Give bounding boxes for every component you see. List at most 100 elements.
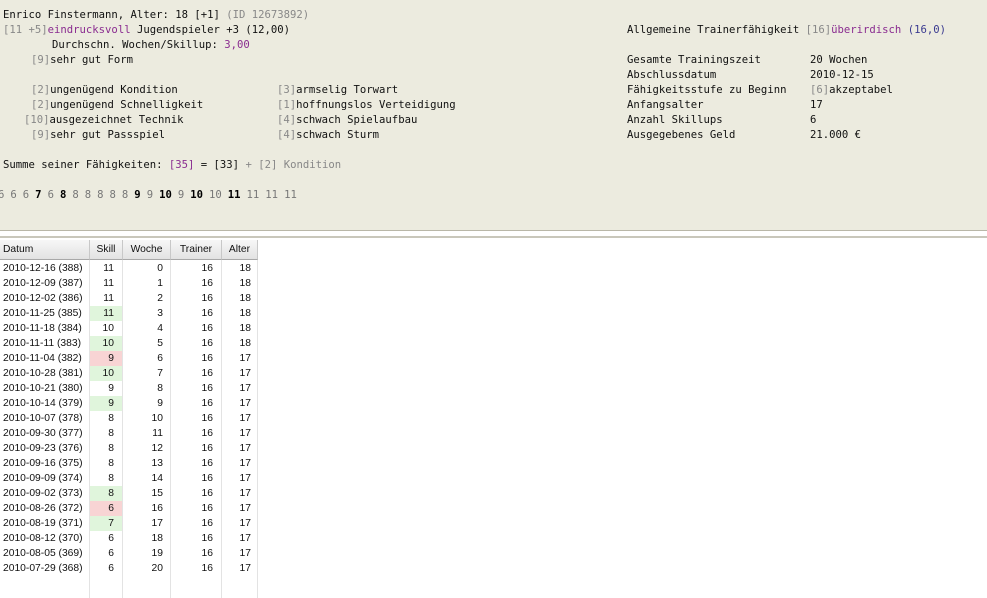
cell-week: 18 — [123, 531, 171, 546]
cell-trainer: 16 — [171, 291, 222, 306]
cell-week: 16 — [123, 501, 171, 516]
cell-date: 2010-12-02 (386) — [0, 291, 90, 306]
skill-bracket: [2] — [31, 99, 51, 111]
cell-skill: 8 — [90, 411, 123, 426]
cell-skill: 9 — [90, 396, 123, 411]
table-row[interactable]: 2010-12-02 (386) 11 2 16 18 — [0, 291, 258, 306]
sequence-value: 9 — [177, 189, 185, 201]
table-row[interactable]: 2010-08-05 (369) 6 19 16 17 — [0, 546, 258, 561]
table-row[interactable]: 2010-08-12 (370) 6 18 16 17 — [0, 531, 258, 546]
cell-trainer: 16 — [171, 306, 222, 321]
skill-bracket: [3] — [277, 84, 297, 96]
sequence-value: 8 — [121, 189, 129, 201]
skill-bracket: [4] — [277, 129, 297, 141]
player-info-panel: Enrico Finstermann, Alter: 18 [+1] (ID 1… — [0, 0, 987, 231]
stat-label: Fähigkeitsstufe zu Beginn — [627, 84, 787, 96]
skill-bracket: [4] — [277, 114, 297, 126]
col-header-datum[interactable]: Datum — [0, 240, 90, 260]
player-header: Enrico Finstermann, Alter: 18 [+1] (ID 1… — [3, 9, 309, 22]
cell-week: 17 — [123, 516, 171, 531]
table-row[interactable]: 2010-11-04 (382) 9 6 16 17 — [0, 351, 258, 366]
cell-date: 2010-08-05 (369) — [0, 546, 90, 561]
cell-age: 18 — [222, 291, 258, 306]
cell-week: 19 — [123, 546, 171, 561]
col-header-woche[interactable]: Woche — [123, 240, 171, 260]
cell-age: 18 — [222, 261, 258, 276]
weeks-per-skillup-label: Durchschn. Wochen/Skillup: — [52, 39, 218, 51]
cell-trainer: 16 — [171, 501, 222, 516]
potential-bracket: [11 +5] — [3, 24, 48, 36]
table-row[interactable]: 2010-08-19 (371) 7 17 16 17 — [0, 516, 258, 531]
table-row[interactable]: 2010-10-21 (380) 9 8 16 17 — [0, 381, 258, 396]
table-row[interactable]: 2010-10-07 (378) 8 10 16 17 — [0, 411, 258, 426]
cell-trainer: 16 — [171, 276, 222, 291]
cell-week: 12 — [123, 441, 171, 456]
cell-trainer: 16 — [171, 456, 222, 471]
cell-week: 8 — [123, 381, 171, 396]
cell-date: 2010-09-02 (373) — [0, 486, 90, 501]
table-row[interactable]: 2010-08-26 (372) 6 16 16 17 — [0, 501, 258, 516]
cell-age: 17 — [222, 501, 258, 516]
skill-bracket: [2] — [31, 84, 51, 96]
cell-age: 17 — [222, 411, 258, 426]
col-header-trainer[interactable]: Trainer — [171, 240, 222, 260]
table-row[interactable]: 2010-11-18 (384) 10 4 16 18 — [0, 321, 258, 336]
cell-age: 17 — [222, 561, 258, 576]
table-row[interactable]: 2010-09-23 (376) 8 12 16 17 — [0, 441, 258, 456]
col-header-skill[interactable]: Skill — [90, 240, 123, 260]
stat-label: Anzahl Skillups — [627, 114, 723, 126]
form-line: [9]sehr gut Form — [31, 54, 133, 67]
cell-week: 1 — [123, 276, 171, 291]
table-row[interactable]: 2010-12-16 (388) 11 0 16 18 — [0, 261, 258, 276]
cell-week: 7 — [123, 366, 171, 381]
cell-trainer: 16 — [171, 441, 222, 456]
sequence-value: 11 — [284, 189, 297, 201]
cell-skill: 6 — [90, 561, 123, 576]
stat-label: Ausgegebenes Geld — [627, 129, 736, 141]
skill-text: schwach Spielaufbau — [296, 114, 418, 126]
table-row[interactable]: 2010-09-30 (377) 8 11 16 17 — [0, 426, 258, 441]
sequence-value: 8 — [59, 189, 67, 201]
table-row[interactable]: 2010-09-16 (375) 8 13 16 17 — [0, 456, 258, 471]
table-row[interactable]: 2010-10-28 (381) 10 7 16 17 — [0, 366, 258, 381]
stat-label: Anfangsalter — [627, 99, 704, 111]
cell-trainer: 16 — [171, 366, 222, 381]
cell-trainer: 16 — [171, 351, 222, 366]
cell-week: 2 — [123, 291, 171, 306]
cell-trainer: 16 — [171, 411, 222, 426]
cell-skill: 8 — [90, 441, 123, 456]
cell-age: 17 — [222, 471, 258, 486]
cell-trainer: 16 — [171, 321, 222, 336]
cell-skill: 6 — [90, 531, 123, 546]
sequence-value: 6 — [47, 189, 54, 201]
skill-spielaufbau: [4]schwach Spielaufbau — [277, 114, 417, 127]
splitter[interactable] — [0, 236, 987, 238]
table-row[interactable]: 2010-07-29 (368) 6 20 16 17 — [0, 561, 258, 576]
sequence-value: 8 — [97, 189, 104, 201]
stat-value: 17 — [810, 99, 823, 111]
skill-text: hoffnungslos Verteidigung — [296, 99, 456, 111]
table-row[interactable]: 2010-09-02 (373) 8 15 16 17 — [0, 486, 258, 501]
stat-value: 20 Wochen — [810, 54, 868, 66]
skill-text: armselig Torwart — [296, 84, 399, 96]
form-text: sehr gut Form — [50, 54, 134, 66]
cell-skill: 10 — [90, 336, 123, 351]
cell-week: 4 — [123, 321, 171, 336]
cell-week: 5 — [123, 336, 171, 351]
table-row[interactable]: 2010-11-11 (383) 10 5 16 18 — [0, 336, 258, 351]
skill-text: schwach Sturm — [296, 129, 380, 141]
table-row[interactable]: 2010-10-14 (379) 9 9 16 17 — [0, 396, 258, 411]
cell-skill: 8 — [90, 471, 123, 486]
cell-age: 17 — [222, 396, 258, 411]
form-bracket: [9] — [31, 54, 51, 66]
player-name-age: Enrico Finstermann, Alter: 18 [+1] — [3, 9, 220, 21]
table-row[interactable]: 2010-11-25 (385) 11 3 16 18 — [0, 306, 258, 321]
table-row[interactable]: 2010-12-09 (387) 11 1 16 18 — [0, 276, 258, 291]
col-header-alter[interactable]: Alter — [222, 240, 258, 260]
table-row[interactable]: 2010-09-09 (374) 8 14 16 17 — [0, 471, 258, 486]
trainer-ability: Allgemeine Trainerfähigkeit [16]überirdi… — [627, 24, 946, 37]
sequence-value: 10 — [209, 189, 222, 201]
sequence-value: 6 — [10, 189, 17, 201]
sequence-value: 11 — [246, 189, 260, 201]
cell-skill: 9 — [90, 381, 123, 396]
